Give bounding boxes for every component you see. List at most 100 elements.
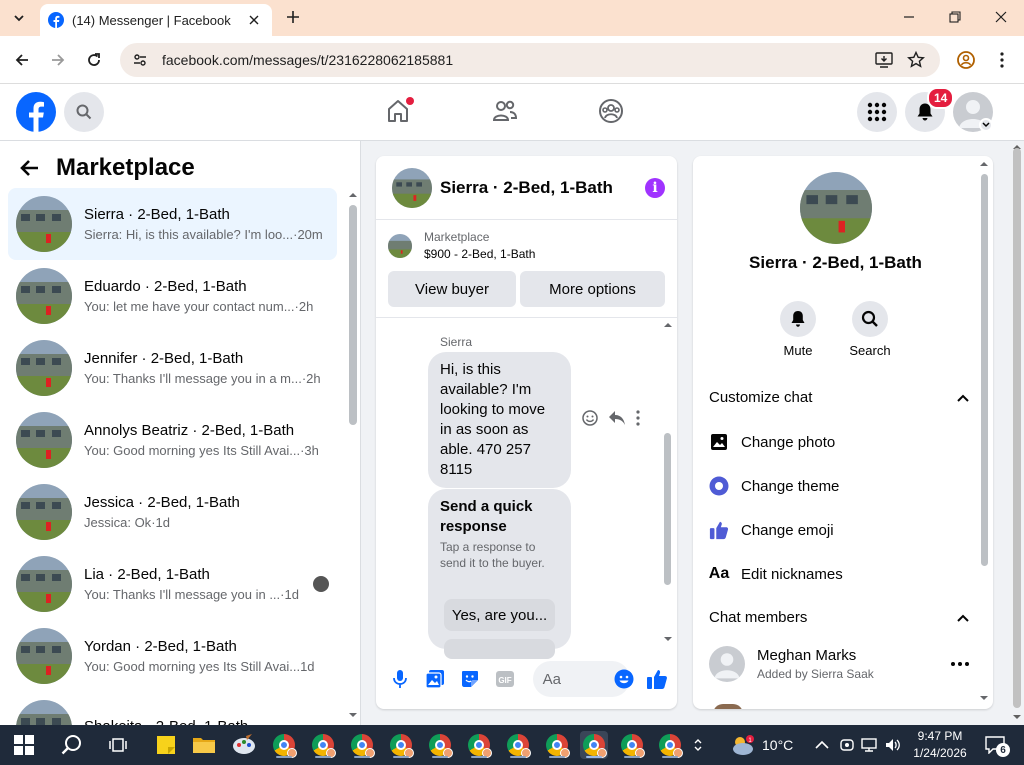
conversation-item[interactable]: Jennifer · 2-Bed, 1-Bath You: Thanks I'll… — [8, 332, 337, 404]
like-button[interactable] — [646, 667, 669, 691]
more-options-icon[interactable] — [951, 662, 969, 666]
browser-menu-button[interactable] — [990, 48, 1014, 72]
listing-thumbnail[interactable] — [388, 233, 412, 258]
back-arrow-button[interactable] — [20, 159, 40, 177]
new-tab-button[interactable] — [282, 6, 304, 28]
notification-center-button[interactable]: 6 — [980, 731, 1010, 759]
meet-now-icon[interactable] — [836, 731, 858, 759]
close-window-button[interactable] — [979, 4, 1023, 30]
page-scrollbar-thumb[interactable] — [1013, 148, 1021, 708]
sticker-button[interactable] — [458, 667, 481, 691]
attach-photo-button[interactable] — [423, 667, 446, 691]
view-buyer-button[interactable]: View buyer — [388, 271, 516, 307]
chrome-window-active[interactable] — [580, 731, 608, 759]
start-button[interactable] — [10, 731, 38, 759]
conversation-name: Shakeita · 2-Bed, 1-Bath — [84, 718, 329, 726]
tab-search-button[interactable] — [6, 6, 32, 30]
show-hidden-icons-button[interactable] — [810, 731, 834, 759]
customize-chat-header[interactable]: Customize chat — [709, 389, 969, 406]
chrome-window-8[interactable] — [543, 731, 571, 759]
minimize-button[interactable] — [887, 4, 931, 30]
facebook-logo-icon[interactable] — [16, 92, 56, 132]
chrome-window-7[interactable] — [504, 731, 532, 759]
chrome-window-1[interactable] — [270, 731, 298, 759]
chat-member-row[interactable]: Meghan Marks Added by Sierra Saak — [709, 646, 969, 682]
menu-grid-button[interactable] — [857, 92, 897, 132]
info-scrollbar-thumb[interactable] — [981, 174, 988, 566]
file-explorer-app[interactable] — [190, 731, 218, 759]
chrome-window-4[interactable] — [387, 731, 415, 759]
address-bar[interactable]: facebook.com/messages/t/2316228062185881 — [120, 43, 940, 77]
paint-app[interactable] — [230, 731, 258, 759]
bookmark-star-icon[interactable] — [904, 48, 928, 72]
groups-nav-button[interactable] — [596, 96, 626, 126]
chat-avatar[interactable] — [392, 167, 432, 208]
edit-nicknames-option[interactable]: Aa Edit nicknames — [709, 564, 969, 584]
back-button[interactable] — [10, 48, 34, 72]
forward-button[interactable] — [46, 48, 70, 72]
clock-date[interactable]: 1/24/2026 — [910, 746, 970, 760]
member-avatar[interactable] — [709, 646, 745, 682]
reply-icon[interactable] — [608, 410, 626, 426]
chrome-window-5[interactable] — [426, 731, 454, 759]
clock-time[interactable]: 9:47 PM — [912, 729, 968, 743]
taskbar-overflow[interactable] — [688, 731, 708, 759]
network-icon[interactable] — [858, 731, 880, 759]
url-text: facebook.com/messages/t/2316228062185881 — [162, 52, 454, 68]
chat-scrollbar-thumb[interactable] — [664, 433, 671, 585]
list-scrollbar-thumb[interactable] — [349, 205, 357, 425]
react-emoji-icon[interactable] — [582, 410, 598, 426]
info-avatar[interactable] — [800, 172, 872, 244]
task-view-button[interactable] — [104, 731, 132, 759]
gif-button[interactable]: GIF — [493, 667, 516, 691]
conversation-item[interactable]: Shakeita · 2-Bed, 1-Bath — [8, 692, 337, 725]
quick-reply-button[interactable]: Yes, are you... — [444, 599, 555, 631]
search-conversation-button[interactable]: Search — [840, 301, 900, 358]
account-chevron[interactable] — [979, 118, 993, 132]
chat-members-header[interactable]: Chat members — [709, 609, 969, 626]
friends-nav-button[interactable] — [490, 96, 520, 126]
chrome-window-10[interactable] — [656, 731, 684, 759]
conversation-avatar — [16, 700, 72, 725]
volume-icon[interactable] — [882, 731, 904, 759]
chrome-window-2[interactable] — [309, 731, 337, 759]
reload-button[interactable] — [82, 48, 106, 72]
incoming-message-bubble[interactable]: Hi, is this available? I'm looking to mo… — [428, 352, 571, 488]
chrome-window-9[interactable] — [618, 731, 646, 759]
fb-search-button[interactable] — [64, 92, 104, 132]
sticky-notes-icon — [157, 736, 175, 754]
change-emoji-option[interactable]: Change emoji — [709, 520, 969, 540]
conversation-item[interactable]: Lia · 2-Bed, 1-Bath You: Thanks I'll mess… — [8, 548, 337, 620]
taskbar-search-button[interactable] — [58, 731, 86, 759]
restore-button[interactable] — [933, 4, 977, 30]
member-name: Meghan Marks — [757, 647, 857, 664]
chrome-window-6[interactable] — [465, 731, 493, 759]
change-photo-option[interactable]: Change photo — [709, 432, 969, 452]
more-actions-icon[interactable] — [636, 410, 640, 426]
close-tab-icon[interactable] — [246, 12, 262, 28]
chrome-window-3[interactable] — [348, 731, 376, 759]
conversation-item[interactable]: Jessica · 2-Bed, 1-Bath Jessica: Ok ·1d — [8, 476, 337, 548]
emoji-icon[interactable] — [614, 669, 634, 689]
weather-widget[interactable]: 1 — [728, 731, 758, 759]
listing-title[interactable]: $900 - 2-Bed, 1-Bath — [424, 247, 535, 261]
browser-tab-messenger[interactable]: (14) Messenger | Facebook — [40, 4, 272, 36]
windows-taskbar: 1 10°C 9:47 PM 1/24/2026 6 — [0, 725, 1024, 765]
conversation-item[interactable]: Yordan · 2-Bed, 1-Bath You: Good morning … — [8, 620, 337, 692]
home-nav-button[interactable] — [383, 96, 414, 126]
change-theme-option[interactable]: Change theme — [709, 476, 969, 496]
sticky-notes-app[interactable] — [152, 731, 180, 759]
conversation-item[interactable]: Annolys Beatriz · 2-Bed, 1-Bath You: Good… — [8, 404, 337, 476]
profile-button[interactable] — [954, 48, 978, 72]
list-title: Marketplace — [56, 154, 195, 181]
install-app-icon[interactable] — [872, 48, 896, 72]
mute-button[interactable]: Mute — [768, 301, 828, 358]
info-icon[interactable]: i — [645, 177, 665, 198]
voice-clip-button[interactable] — [388, 667, 411, 691]
conversation-item[interactable]: Eduardo · 2-Bed, 1-Bath You: let me have … — [8, 260, 337, 332]
message-input[interactable]: Aa — [532, 661, 634, 697]
marketplace-label: Marketplace — [424, 230, 490, 244]
more-options-button[interactable]: More options — [520, 271, 665, 307]
conversation-item[interactable]: Sierra · 2-Bed, 1-Bath Sierra: Hi, is thi… — [8, 188, 337, 260]
weather-temperature: 10°C — [762, 737, 794, 753]
